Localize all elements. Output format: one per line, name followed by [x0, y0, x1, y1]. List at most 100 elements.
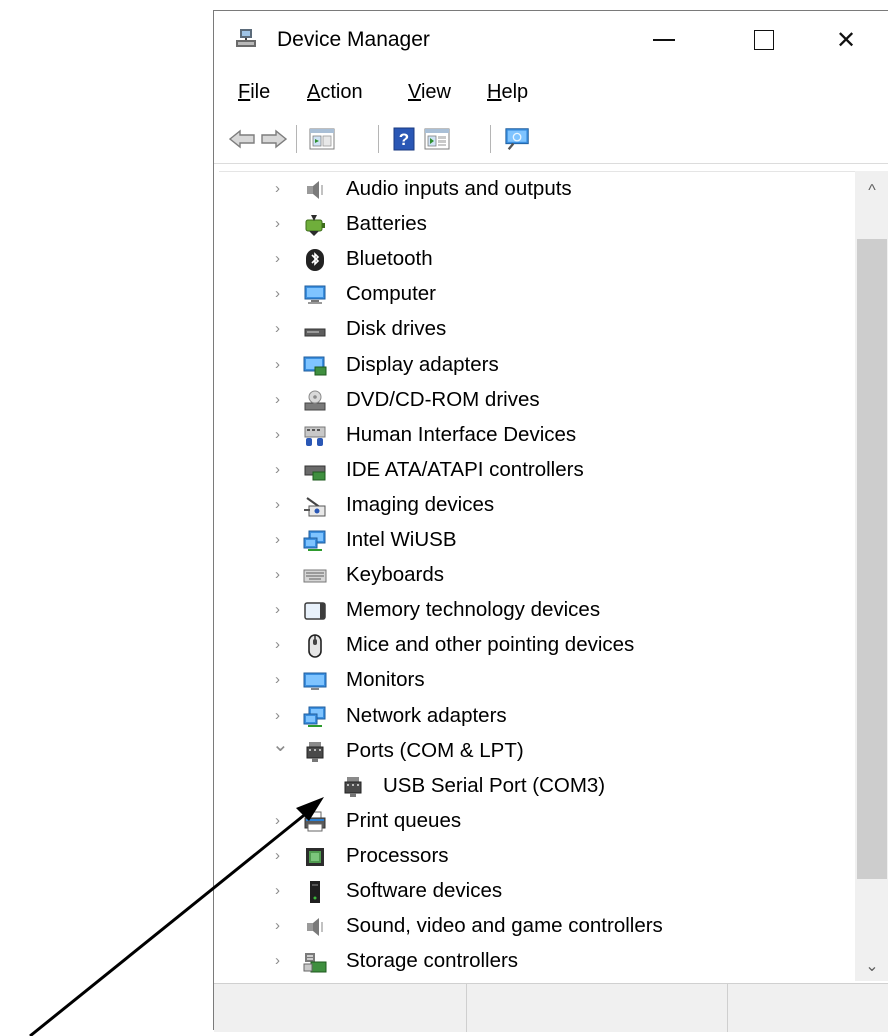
chevron-right-icon[interactable]: ›	[275, 601, 289, 619]
menu-action-rest: ction	[320, 81, 363, 103]
chevron-right-icon[interactable]: ›	[275, 356, 289, 374]
tree-item-label: Storage controllers	[346, 949, 519, 973]
tree-category-item[interactable]: › Human Interface Devices	[219, 418, 849, 453]
chevron-right-icon[interactable]: ›	[275, 707, 289, 725]
chevron-right-icon[interactable]: ›	[275, 250, 289, 268]
chevron-right-icon[interactable]: ›	[275, 496, 289, 514]
tree-category-item[interactable]: › Software devices	[219, 874, 849, 909]
close-icon: ✕	[835, 26, 857, 54]
minimize-button[interactable]	[618, 11, 710, 69]
speaker-icon	[307, 181, 323, 199]
maximize-button[interactable]	[718, 11, 810, 69]
tree-item-label: Bluetooth	[346, 247, 433, 271]
scroll-thumb[interactable]	[857, 239, 887, 879]
tree-item-label: Computer	[346, 282, 437, 306]
menu-file[interactable]: File	[238, 81, 270, 104]
menu-file-accel: F	[238, 81, 251, 103]
chevron-right-icon[interactable]: ›	[275, 180, 289, 198]
tree-category-item[interactable]: › Sound, video and game controllers	[219, 909, 849, 944]
title-bar[interactable]: Device Manager ✕	[214, 11, 888, 69]
tree-item-label: IDE ATA/ATAPI controllers	[346, 457, 584, 481]
menu-view-rest: iew	[420, 81, 451, 103]
scroll-up-button[interactable]: ^	[855, 176, 888, 206]
tree-category-item[interactable]: › Mice and other pointing devices	[219, 628, 849, 663]
chevron-right-icon[interactable]: ›	[275, 391, 289, 409]
tree-category-item[interactable]: › Storage controllers	[219, 944, 849, 979]
disk-drive-icon	[304, 328, 326, 337]
chevron-right-icon[interactable]: ›	[275, 636, 289, 654]
device-manager-icon	[236, 29, 256, 47]
port-icon	[344, 776, 362, 797]
vertical-scrollbar[interactable]: ^ ⌄	[855, 171, 888, 981]
tree-category-item[interactable]: › Network adapters	[219, 699, 849, 734]
toolbar-separator	[378, 125, 379, 153]
chevron-right-icon[interactable]: ›	[275, 671, 289, 689]
tree-category-item[interactable]: › Intel WiUSB	[219, 523, 849, 558]
tree-category-item[interactable]: › Computer	[219, 277, 849, 312]
chevron-right-icon[interactable]: ›	[275, 461, 289, 479]
chevron-down-icon[interactable]: ⌄	[272, 735, 289, 755]
back-button[interactable]	[228, 125, 256, 153]
device-tree[interactable]: › Audio inputs and outputs › Batteries › Blue…	[219, 171, 888, 982]
scroll-down-button[interactable]: ⌄	[855, 951, 888, 981]
chevron-right-icon[interactable]: ›	[275, 426, 289, 444]
forward-arrow-icon	[261, 129, 287, 149]
tree-category-item[interactable]: › Disk drives	[219, 312, 849, 347]
chevron-right-icon[interactable]: ›	[275, 285, 289, 303]
software-device-icon	[310, 881, 320, 903]
tree-item-label: Ports (COM & LPT)	[346, 738, 524, 762]
tree-item-label: Print queues	[346, 808, 462, 832]
status-pane	[467, 984, 728, 1032]
help-button[interactable]: ?	[390, 125, 418, 153]
tree-category-item[interactable]: › Keyboards	[219, 558, 849, 593]
chevron-right-icon[interactable]: ›	[275, 917, 289, 935]
tree-category-item[interactable]: › Memory technology devices	[219, 593, 849, 628]
chevron-right-icon[interactable]: ›	[275, 531, 289, 549]
chevron-down-icon: ⌄	[865, 958, 879, 975]
tree-item-label: Imaging devices	[346, 492, 495, 516]
tree-category-item[interactable]: › DVD/CD-ROM drives	[219, 383, 849, 418]
tree-category-item[interactable]: › Display adapters	[219, 348, 849, 383]
scan-hardware-button[interactable]	[504, 125, 532, 153]
hid-icon	[304, 426, 326, 446]
tree-category-item[interactable]: › Monitors	[219, 663, 849, 698]
bluetooth-icon	[306, 249, 324, 272]
chevron-right-icon[interactable]: ›	[275, 952, 289, 970]
tree-item-label: Software devices	[346, 879, 503, 902]
properties-icon	[309, 128, 335, 150]
tree-category-item[interactable]: › Imaging devices	[219, 488, 849, 523]
processor-icon	[306, 847, 324, 866]
close-button[interactable]: ✕	[800, 11, 888, 69]
tree-category-item[interactable]: › Bluetooth	[219, 242, 849, 277]
menu-action[interactable]: Action	[307, 81, 363, 104]
window-title: Device Manager	[277, 28, 430, 51]
tree-category-item[interactable]: › Print queues	[219, 804, 849, 839]
tree-item-label: Monitors	[346, 668, 425, 692]
menu-help-accel: H	[487, 81, 502, 103]
tree-item-label: Network adapters	[346, 703, 507, 727]
chevron-right-icon[interactable]: ›	[275, 215, 289, 233]
speaker-icon	[307, 918, 323, 937]
tree-category-item[interactable]: › IDE ATA/ATAPI controllers	[219, 453, 849, 488]
tree-category-item[interactable]: › Audio inputs and outputs	[219, 172, 849, 207]
view-button[interactable]	[423, 125, 451, 153]
back-arrow-icon	[229, 129, 255, 149]
menu-view[interactable]: View	[408, 81, 451, 104]
tree-category-item[interactable]: › Processors	[219, 839, 849, 874]
chevron-right-icon[interactable]: ›	[275, 320, 289, 338]
chevron-right-icon[interactable]: ›	[275, 566, 289, 584]
tree-category-item[interactable]: ⌄ Ports (COM & LPT)	[219, 734, 849, 769]
chevron-right-icon[interactable]: ›	[275, 882, 289, 900]
properties-button[interactable]	[308, 125, 336, 153]
chevron-right-icon[interactable]: ›	[275, 847, 289, 865]
minimize-icon	[653, 39, 675, 41]
tree-child-item[interactable]: USB Serial Port (COM3)	[219, 769, 849, 804]
tree-category-item[interactable]: › Batteries	[219, 207, 849, 242]
menu-action-accel: A	[307, 81, 321, 103]
status-bar	[214, 983, 888, 1032]
device-manager-window: Device Manager ✕ File Action View Help ?	[213, 10, 888, 1032]
menu-help[interactable]: Help	[487, 81, 528, 104]
forward-button[interactable]	[260, 125, 288, 153]
chevron-right-icon[interactable]: ›	[275, 812, 289, 830]
toolbar-separator	[296, 125, 297, 153]
